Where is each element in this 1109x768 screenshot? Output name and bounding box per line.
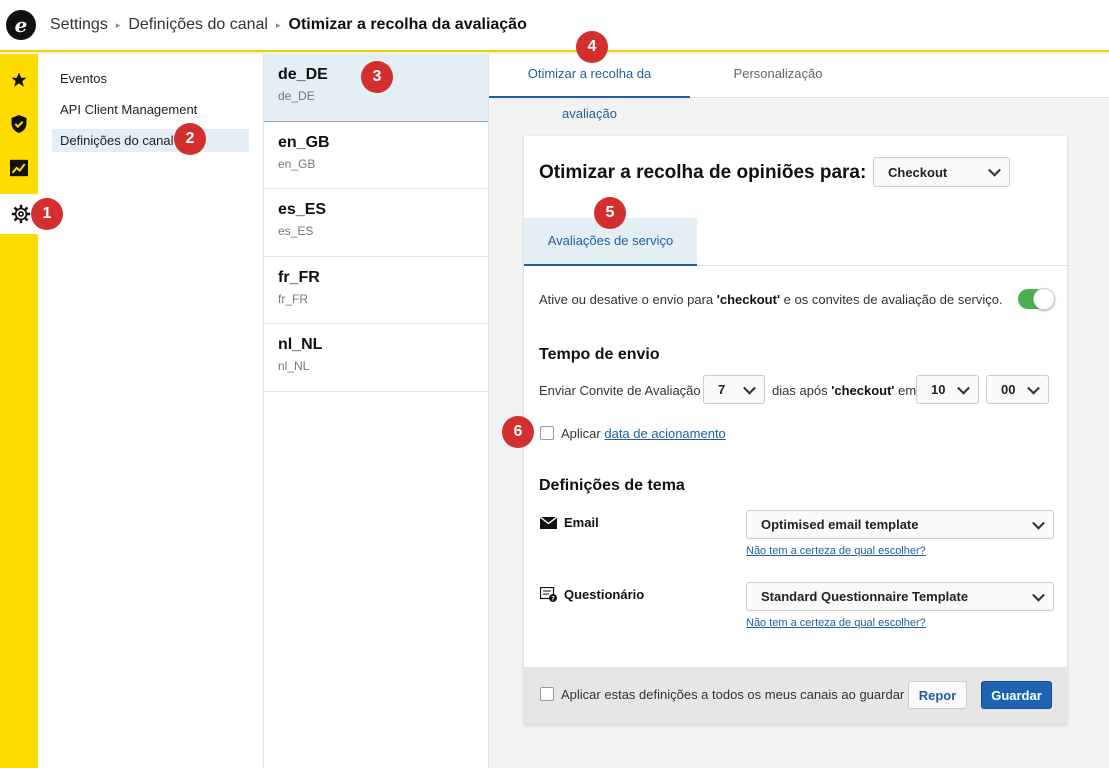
questionnaire-template-select[interactable]: Standard Questionnaire Template: [746, 582, 1054, 611]
nav-item-channel-settings[interactable]: Definições do canal: [52, 129, 249, 152]
locale-sub: en_GB: [278, 156, 316, 171]
locale-sub: fr_FR: [278, 291, 308, 306]
theme-settings-heading: Definições de tema: [539, 477, 685, 494]
chevron-down-icon: [1027, 381, 1040, 395]
marker-1: 1: [31, 198, 63, 230]
trigger-date-link[interactable]: data de acionamento: [604, 426, 725, 441]
email-label-text: Email: [564, 515, 599, 530]
locale-code: nl_NL: [278, 336, 323, 353]
card-footer: Aplicar estas definições a todos os meus…: [524, 667, 1067, 724]
breadcrumb-current: Otimizar a recolha da avaliação: [288, 16, 527, 33]
shield-check-icon[interactable]: [0, 104, 38, 144]
email-template-select[interactable]: Optimised email template: [746, 510, 1054, 539]
questionnaire-label: ? Questionário: [540, 587, 644, 602]
marker-5: 5: [594, 197, 626, 229]
hour-select[interactable]: 10: [916, 375, 979, 404]
hour-value: 10: [931, 382, 946, 397]
questionnaire-help-link[interactable]: Não tem a certeza de qual escolher?: [746, 617, 926, 629]
breadcrumb-channel-settings[interactable]: Definições do canal: [128, 16, 268, 34]
locale-sub: es_ES: [278, 224, 314, 238]
marker-4: 4: [576, 31, 608, 63]
send-toggle[interactable]: [1018, 288, 1055, 310]
star-icon[interactable]: [0, 60, 38, 100]
envelope-icon: [540, 516, 557, 529]
chart-icon[interactable]: [0, 148, 38, 188]
tab-bar: Otimizar a recolha da avaliação Personal…: [489, 54, 1109, 121]
trigger-select[interactable]: Checkout: [873, 157, 1010, 187]
apply-pre: Aplicar: [561, 426, 605, 441]
nav-item-api-client[interactable]: API Client Management: [52, 98, 249, 121]
email-help-link[interactable]: Não tem a certeza de qual escolher?: [746, 545, 926, 557]
toggle-text-bold: 'checkout': [716, 292, 781, 307]
locale-item-nl[interactable]: nl_NL nl_NL: [264, 324, 488, 392]
top-header: e Settings ▸ Definições do canal ▸ Otimi…: [0, 0, 1109, 52]
main-content: Otimizar a recolha da avaliação Personal…: [489, 54, 1109, 768]
svg-text:?: ?: [551, 596, 555, 603]
toggle-text-pre: Ative ou desative o envio para: [539, 292, 717, 307]
toggle-knob: [1033, 288, 1055, 310]
days-after-bold: 'checkout': [831, 383, 895, 398]
locale-item-fr[interactable]: fr_FR fr_FR: [264, 257, 488, 324]
questionnaire-icon: ?: [540, 587, 557, 602]
settings-nav: Eventos API Client Management Definições…: [38, 54, 264, 768]
locale-code: en_GB: [278, 133, 330, 151]
marker-2: 2: [174, 123, 206, 155]
chevron-down-icon: [1032, 516, 1045, 530]
save-button[interactable]: Guardar: [981, 681, 1052, 709]
apply-trigger-date-checkbox[interactable]: [540, 426, 554, 440]
chevron-down-icon: [1032, 588, 1045, 602]
tab-personalization[interactable]: Personalização: [690, 54, 866, 98]
locale-sub: nl_NL: [278, 359, 310, 373]
chevron-down-icon: [988, 163, 1001, 177]
apply-all-channels-checkbox[interactable]: [540, 687, 554, 701]
breadcrumb-separator-icon: ▸: [275, 19, 281, 30]
email-template-value: Optimised email template: [761, 517, 919, 532]
toggle-text-post: e os convites de avaliação de serviço.: [780, 292, 1003, 307]
days-after-pre: dias após: [772, 383, 832, 398]
marker-3: 3: [361, 61, 393, 93]
send-time-heading: Tempo de envio: [539, 346, 660, 363]
locale-code: fr_FR: [278, 268, 320, 286]
days-after-post: em: [894, 383, 917, 398]
locale-code: es_ES: [278, 201, 327, 218]
apply-all-channels-label: Aplicar estas definições a todos os meus…: [561, 687, 905, 702]
trigger-select-value: Checkout: [888, 164, 948, 180]
apply-trigger-date-label: Aplicar data de acionamento: [561, 426, 726, 441]
days-select[interactable]: 7: [703, 375, 765, 404]
questionnaire-template-value: Standard Questionnaire Template: [761, 589, 969, 604]
trusted-shops-logo[interactable]: e: [6, 10, 36, 40]
card-title: Otimizar a recolha de opiniões para:: [539, 162, 867, 183]
reset-button[interactable]: Repor: [908, 681, 967, 709]
locale-item-es[interactable]: es_ES es_ES: [264, 189, 488, 257]
minute-value: 00: [1001, 382, 1016, 397]
chevron-down-icon: [957, 381, 970, 395]
questionnaire-label-text: Questionário: [564, 587, 645, 602]
send-label: Enviar Convite de Avaliação: [539, 383, 701, 398]
days-value: 7: [718, 382, 726, 397]
marker-6: 6: [502, 416, 534, 448]
breadcrumb-separator-icon: ▸: [115, 19, 121, 30]
locale-item-en[interactable]: en_GB en_GB: [264, 122, 488, 189]
locale-list: de_DE de_DE en_GB en_GB es_ES es_ES fr_F…: [264, 54, 489, 768]
logo-letter: e: [14, 13, 28, 37]
minute-select[interactable]: 00: [986, 375, 1049, 404]
nav-item-events[interactable]: Eventos: [52, 67, 249, 90]
toggle-description: Ative ou desative o envio para 'checkout…: [539, 292, 1003, 307]
days-after-text: dias após 'checkout' em: [772, 383, 916, 398]
breadcrumb-settings[interactable]: Settings: [50, 16, 108, 34]
chevron-down-icon: [743, 381, 756, 395]
email-label: Email: [540, 515, 599, 530]
breadcrumb: Settings ▸ Definições do canal ▸ Otimiza…: [50, 16, 527, 34]
icon-rail: [0, 54, 42, 768]
